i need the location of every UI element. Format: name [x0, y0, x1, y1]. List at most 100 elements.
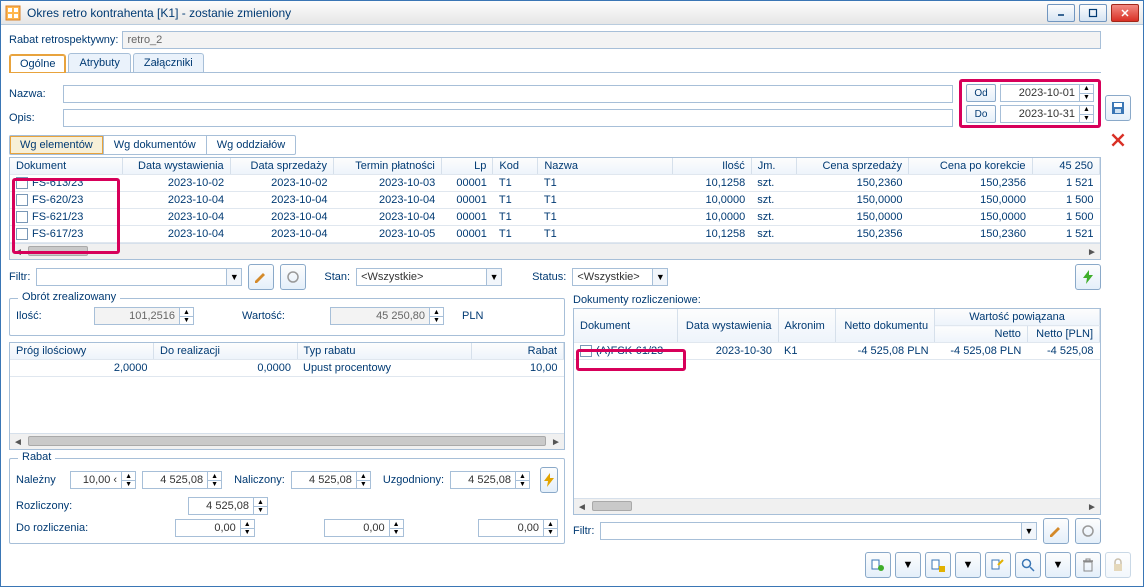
status-combo[interactable] — [572, 268, 652, 286]
col-kod[interactable]: Kod — [493, 158, 538, 175]
stan-combo[interactable] — [356, 268, 486, 286]
add-doc-icon[interactable] — [925, 552, 951, 578]
subtab-documents[interactable]: Wg dokumentów — [104, 136, 207, 154]
rabat-apply-icon[interactable] — [540, 467, 558, 493]
col-docr-wp[interactable]: Wartość powiązana — [935, 309, 1100, 326]
window-title: Okres retro kontrahenta [K1] - zostanie … — [27, 6, 1047, 20]
attach-doc-icon[interactable] — [985, 552, 1011, 578]
link-doc-icon[interactable] — [865, 552, 891, 578]
table-row[interactable]: 2,0000 0,0000 Upust procentowy 10,00 — [10, 360, 564, 377]
obrot-group: Obrót zrealizowany Ilość: ▲▼ Wartość: ▲▼… — [9, 298, 565, 336]
col-docr-netto2[interactable]: Netto — [935, 326, 1028, 343]
date-from-spinner[interactable]: ▲▼ — [1080, 84, 1094, 102]
col-nazwa[interactable]: Nazwa — [538, 158, 673, 175]
filter-clear-icon[interactable] — [280, 264, 306, 290]
tab-attributes[interactable]: Atrybuty — [68, 53, 130, 72]
grid-hscroll[interactable]: ◄ ► — [10, 243, 1100, 259]
search-icon[interactable] — [1015, 552, 1041, 578]
delete-icon[interactable] — [1075, 552, 1101, 578]
nalezny-amount[interactable] — [142, 471, 208, 489]
filter-label: Filtr: — [9, 271, 30, 283]
docr-hscroll[interactable]: ◄► — [574, 498, 1100, 514]
table-row[interactable]: FS-617/23 2023-10-042023-10-04 2023-10-0… — [10, 226, 1100, 243]
close-button[interactable] — [1111, 4, 1139, 22]
save-icon[interactable] — [1105, 95, 1131, 121]
status-label: Status: — [532, 271, 566, 283]
search-dd-icon[interactable]: ▼ — [1045, 552, 1071, 578]
col-rabat[interactable]: Rabat — [471, 343, 563, 360]
dorozl-1[interactable] — [175, 519, 241, 537]
date-from-button[interactable]: Od — [966, 84, 996, 102]
col-docr-nettopln[interactable]: Netto [PLN] — [1027, 326, 1099, 343]
subtab-elements[interactable]: Wg elementów — [10, 136, 104, 154]
table-row[interactable]: FS-621/23 2023-10-042023-10-04 2023-10-0… — [10, 209, 1100, 226]
nalezny-pct[interactable] — [70, 471, 122, 489]
main-tabs: Ogólne Atrybuty Załączniki — [9, 53, 1101, 73]
nalezny-label: Należny — [16, 474, 64, 486]
dorozl-label: Do rozliczenia: — [16, 522, 99, 534]
table-row[interactable]: FS-613/23 2023-10-022023-10-02 2023-10-0… — [10, 175, 1100, 192]
date-from-input[interactable] — [1000, 84, 1080, 102]
col-total[interactable]: 45 250 — [1032, 158, 1099, 175]
elements-grid: Dokument Data wystawienia Data sprzedaży… — [9, 157, 1101, 260]
filter-edit-icon[interactable] — [248, 264, 274, 290]
col-docr-akronim[interactable]: Akronim — [778, 309, 836, 343]
app-icon — [5, 5, 21, 21]
lock-icon[interactable] — [1105, 552, 1131, 578]
docr-filter-dd[interactable]: ▼ — [1021, 522, 1037, 540]
rabat-label: Rabat retrospektywny: — [9, 34, 118, 46]
col-data-spr[interactable]: Data sprzedaży — [230, 158, 333, 175]
dorozl-2[interactable] — [324, 519, 390, 537]
rabat-group: Rabat Należny ▲▼ ▲▼ Naliczony: ▲▼ Uzgodn… — [9, 458, 565, 544]
filter-combo[interactable] — [36, 268, 226, 286]
col-jm[interactable]: Jm. — [751, 158, 796, 175]
docr-filter-clear-icon[interactable] — [1075, 518, 1101, 544]
col-dokument[interactable]: Dokument — [10, 158, 122, 175]
stan-label: Stan: — [324, 271, 350, 283]
subtab-branches[interactable]: Wg oddziałów — [207, 136, 295, 154]
stan-dd[interactable]: ▼ — [486, 268, 502, 286]
tab-general[interactable]: Ogólne — [9, 54, 66, 73]
col-docr-netto[interactable]: Netto dokumentu — [836, 309, 935, 343]
col-ilosc[interactable]: Ilość — [673, 158, 752, 175]
col-cena-kor[interactable]: Cena po korekcie — [908, 158, 1032, 175]
date-to-button[interactable]: Do — [966, 105, 996, 123]
refresh-icon[interactable] — [1075, 264, 1101, 290]
name-input[interactable] — [63, 85, 953, 103]
uzgodniony-amount[interactable] — [450, 471, 516, 489]
status-dd[interactable]: ▼ — [652, 268, 668, 286]
date-to-input[interactable] — [1000, 105, 1080, 123]
rozliczony-amount[interactable] — [188, 497, 254, 515]
docr-filter-edit-icon[interactable] — [1043, 518, 1069, 544]
desc-input[interactable] — [63, 109, 953, 127]
doc-dropdown-icon[interactable]: ▼ — [955, 552, 981, 578]
filter-dd[interactable]: ▼ — [226, 268, 242, 286]
currency-label: PLN — [462, 310, 483, 322]
desc-label: Opis: — [9, 112, 59, 124]
obrot-legend: Obrót zrealizowany — [18, 291, 120, 303]
ilosc-label: Ilość: — [16, 310, 76, 322]
prog-hscroll[interactable]: ◄► — [10, 433, 564, 449]
col-typ[interactable]: Typ rabatu — [297, 343, 471, 360]
col-data-wyst[interactable]: Data wystawienia — [122, 158, 230, 175]
col-dorel[interactable]: Do realizacji — [154, 343, 298, 360]
col-docr-dokument[interactable]: Dokument — [574, 309, 677, 343]
col-termin[interactable]: Termin płatności — [333, 158, 441, 175]
col-prog[interactable]: Próg ilościowy — [10, 343, 154, 360]
naliczony-amount[interactable] — [291, 471, 357, 489]
col-docr-dw[interactable]: Data wystawienia — [677, 309, 778, 343]
col-lp[interactable]: Lp — [441, 158, 493, 175]
docr-filter-combo[interactable] — [600, 522, 1021, 540]
cancel-icon[interactable] — [1105, 127, 1131, 153]
tab-attachments[interactable]: Załączniki — [133, 53, 204, 72]
app-window: Okres retro kontrahenta [K1] - zostanie … — [0, 0, 1144, 587]
table-row[interactable]: FS-620/23 2023-10-042023-10-04 2023-10-0… — [10, 192, 1100, 209]
maximize-button[interactable] — [1079, 4, 1107, 22]
dropdown-icon[interactable]: ▼ — [895, 552, 921, 578]
dorozl-3[interactable] — [478, 519, 544, 537]
date-to-spinner[interactable]: ▲▼ — [1080, 105, 1094, 123]
col-cena-sprz[interactable]: Cena sprzedaży — [796, 158, 908, 175]
minimize-button[interactable] — [1047, 4, 1075, 22]
rozliczony-label: Rozliczony: — [16, 500, 106, 512]
naliczony-label: Naliczony: — [234, 474, 285, 486]
